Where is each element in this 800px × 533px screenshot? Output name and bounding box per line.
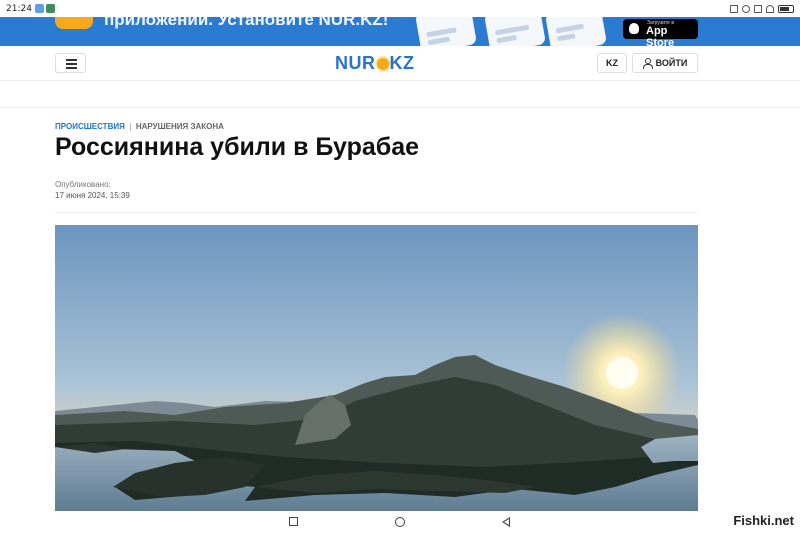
- logo-text-nur: NUR: [335, 53, 376, 73]
- site-header: NUR KZ KZ ВОЙТИ: [0, 46, 800, 81]
- breadcrumb-separator: [129, 122, 131, 131]
- nur-app-icon: [55, 17, 93, 29]
- user-icon: [642, 58, 653, 69]
- logo-text-kz: KZ: [389, 53, 415, 73]
- status-time: 21:24: [6, 3, 32, 14]
- apple-icon: [629, 23, 639, 34]
- nav-home-icon[interactable]: [395, 517, 405, 527]
- banner-text: приложении. Установите NUR.KZ!: [104, 17, 389, 29]
- status-bar: 21:24: [0, 0, 800, 17]
- sun-logo-icon: [376, 57, 389, 70]
- published-label: Опубликовано:: [55, 180, 111, 189]
- status-icons: [730, 4, 794, 13]
- language-button[interactable]: KZ: [597, 53, 627, 73]
- published-date: 17 июня 2024, 15:39: [55, 191, 130, 200]
- screen: 21:24 приложении. Установите NUR.KZ! Заг…: [0, 0, 800, 533]
- app-notification-icon: [45, 4, 55, 13]
- screenshot-icon: [730, 4, 738, 13]
- phone-mockup-icon: [544, 17, 608, 46]
- phone-mockup-icon: [483, 17, 547, 46]
- app-notification-icon: [34, 4, 44, 13]
- site-logo[interactable]: NUR KZ: [335, 53, 415, 74]
- app-store-label: App Store: [646, 25, 675, 46]
- app-promo-banner[interactable]: приложении. Установите NUR.KZ! Загрузите…: [0, 17, 800, 46]
- breadcrumb-category[interactable]: ПРОИСШЕСТВИЯ: [55, 122, 125, 131]
- watermark: Fishki.net: [733, 513, 794, 528]
- hero-image: [55, 225, 698, 511]
- breadcrumb-subcategory[interactable]: НАРУШЕНИЯ ЗАКОНА: [136, 122, 224, 131]
- wifi-icon: [766, 4, 774, 13]
- app-store-button[interactable]: Загрузите в App Store: [623, 19, 698, 46]
- article-title: Россиянина убили в Бурабае: [55, 133, 420, 161]
- nav-back-icon[interactable]: [502, 517, 510, 527]
- login-label: ВОЙТИ: [655, 58, 688, 68]
- system-nav-bar: [0, 511, 800, 533]
- phone-mockup-icon: [414, 17, 478, 46]
- bluetooth-icon: [742, 4, 750, 13]
- login-button[interactable]: ВОЙТИ: [632, 53, 698, 73]
- battery-icon: [778, 4, 794, 13]
- sim-icon: [754, 4, 762, 13]
- breadcrumb: ПРОИСШЕСТВИЯ НАРУШЕНИЯ ЗАКОНА: [55, 122, 224, 131]
- landscape-image: [55, 225, 698, 511]
- divider: [55, 212, 698, 213]
- nav-recents-icon[interactable]: [289, 517, 298, 526]
- menu-icon: [66, 59, 77, 61]
- menu-button[interactable]: [55, 53, 86, 73]
- divider: [0, 107, 800, 108]
